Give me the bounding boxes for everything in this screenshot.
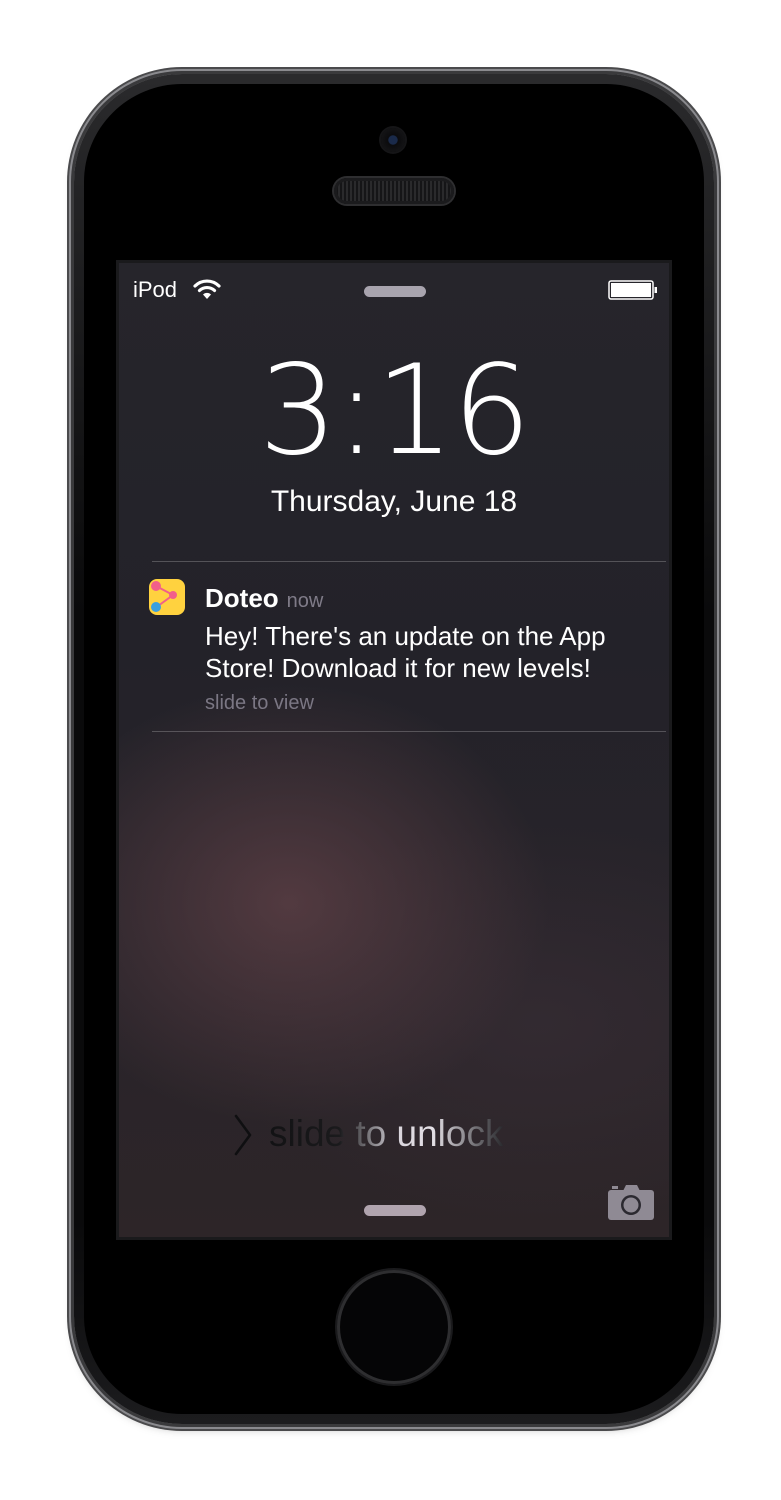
notification-hint: slide to view [205,692,314,714]
notification-app-name: Doteo [205,583,279,613]
camera-icon[interactable] [607,1183,655,1221]
control-center-grabber[interactable] [364,1205,426,1216]
wifi-icon [193,279,221,299]
slide-to-unlock-label: slide to unlock [269,1111,503,1157]
front-camera [381,128,405,152]
notification-timestamp: now [286,590,324,612]
status-bar: iPod [119,263,669,319]
notification-header: Doteo now [205,579,665,620]
home-button[interactable] [337,1270,451,1384]
earpiece-speaker [334,178,454,204]
notification-center-grabber[interactable] [364,286,426,297]
clock-date: Thursday, June 18 [270,485,518,518]
battery-full-icon [608,280,657,300]
carrier-label: iPod [133,277,178,302]
chevron-right-icon [234,1114,252,1156]
notification-message: Hey! There's an update on the App Store!… [205,621,606,683]
lock-screen: iPod 3:16 Thursday, June 18 Doteonow He [116,260,672,1240]
clock-time: 3:16 [258,339,531,483]
notification-divider-top [152,561,666,562]
doteo-app-icon [149,579,185,615]
notification-content: Doteo now Hey! There's an update on the A… [205,579,665,715]
notification-divider-bottom [152,731,666,732]
slide-to-unlock-slider[interactable]: slide to unlock [227,1111,547,1161]
